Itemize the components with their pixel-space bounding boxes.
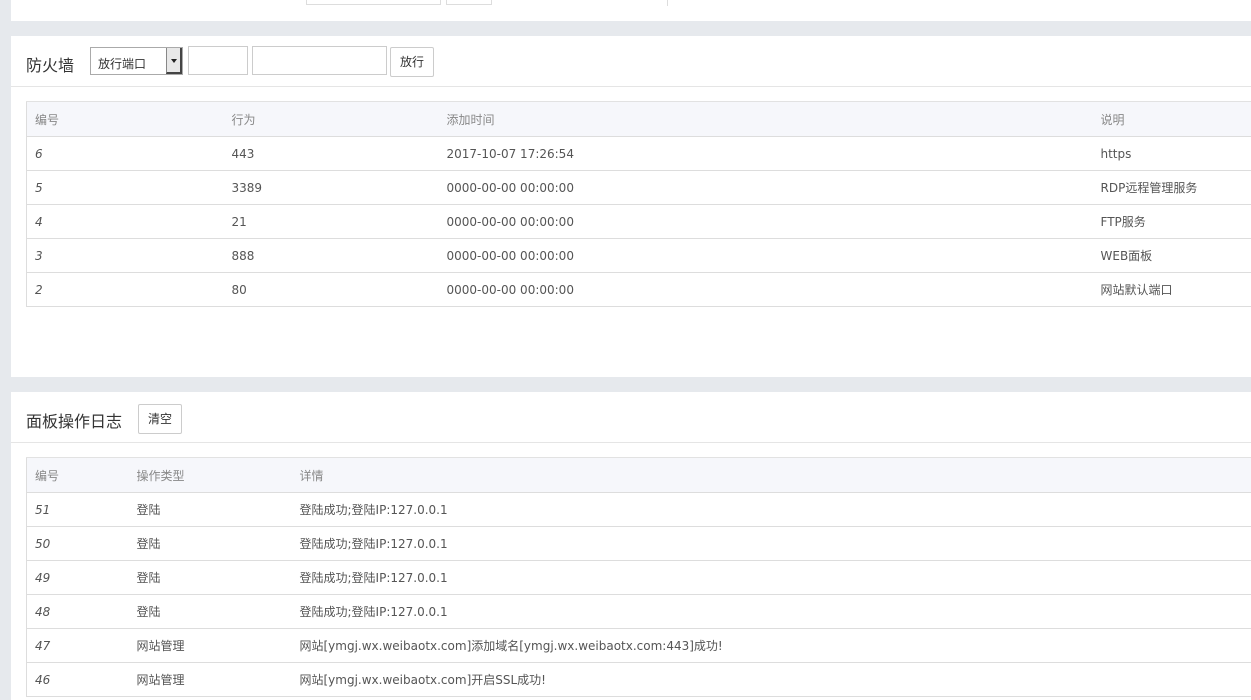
table-row: 49 登陆 登陆成功;登陆IP:127.0.0.1	[26, 560, 1251, 595]
firewall-desc-input[interactable]	[252, 46, 387, 75]
table-row: 6 443 2017-10-07 17:26:54 https	[26, 136, 1251, 171]
row-desc: WEB面板	[1092, 238, 1251, 273]
row-id: 2	[26, 272, 224, 307]
table-row: 46 网站管理 网站[ymgj.wx.weibaotx.com]开启SSL成功!	[26, 662, 1251, 697]
panel-log-panel: 面板操作日志 清空 编号 操作类型 详情 51 登陆 登陆成功;登陆IP:127…	[11, 392, 1251, 700]
row-detail: 登陆成功;登陆IP:127.0.0.1	[291, 526, 1251, 561]
row-time: 0000-00-00 00:00:00	[438, 272, 1093, 307]
col-header-id: 编号	[26, 457, 129, 493]
row-desc: https	[1092, 136, 1251, 171]
row-desc: FTP服务	[1092, 204, 1251, 239]
row-id: 5	[26, 170, 224, 205]
row-desc: 网站默认端口	[1092, 272, 1251, 307]
row-id: 3	[26, 238, 224, 273]
col-header-time: 添加时间	[438, 101, 1093, 137]
row-time: 2017-10-07 17:26:54	[438, 136, 1093, 171]
col-header-type: 操作类型	[128, 457, 292, 493]
table-row: 50 登陆 登陆成功;登陆IP:127.0.0.1	[26, 526, 1251, 561]
table-row: 2 80 0000-00-00 00:00:00 网站默认端口	[26, 272, 1251, 307]
chevron-down-icon[interactable]	[166, 48, 182, 74]
row-id: 48	[26, 594, 129, 629]
row-id: 50	[26, 526, 129, 561]
row-action: 443	[223, 136, 439, 171]
row-id: 51	[26, 492, 129, 527]
row-detail: 登陆成功;登陆IP:127.0.0.1	[291, 594, 1251, 629]
top-button-partial[interactable]	[446, 0, 492, 5]
log-table-wrap: 编号 操作类型 详情 51 登陆 登陆成功;登陆IP:127.0.0.1 50 …	[26, 457, 1251, 697]
firewall-allow-button[interactable]: 放行	[390, 47, 435, 77]
row-type: 登陆	[128, 492, 292, 527]
row-detail: 登陆成功;登陆IP:127.0.0.1	[291, 492, 1251, 527]
row-time: 0000-00-00 00:00:00	[438, 204, 1093, 239]
row-type: 登陆	[128, 526, 292, 561]
log-table: 编号 操作类型 详情 51 登陆 登陆成功;登陆IP:127.0.0.1 50 …	[26, 457, 1251, 697]
row-detail: 网站[ymgj.wx.weibaotx.com]添加域名[ymgj.wx.wei…	[291, 628, 1251, 663]
table-row: 47 网站管理 网站[ymgj.wx.weibaotx.com]添加域名[ymg…	[26, 628, 1251, 663]
row-action: 80	[223, 272, 439, 307]
row-time: 0000-00-00 00:00:00	[438, 170, 1093, 205]
firewall-table-wrap: 编号 行为 添加时间 说明 6 443 2017-10-07 17:26:54 …	[26, 101, 1251, 307]
row-id: 4	[26, 204, 224, 239]
clear-log-button[interactable]: 清空	[138, 404, 183, 434]
table-row: 48 登陆 登陆成功;登陆IP:127.0.0.1	[26, 594, 1251, 629]
row-desc: RDP远程管理服务	[1092, 170, 1251, 205]
table-row: 51 登陆 登陆成功;登陆IP:127.0.0.1	[26, 492, 1251, 527]
row-detail: 网站[ymgj.wx.weibaotx.com]开启SSL成功!	[291, 662, 1251, 697]
row-detail: 登陆成功;登陆IP:127.0.0.1	[291, 560, 1251, 595]
row-time: 0000-00-00 00:00:00	[438, 238, 1093, 273]
row-id: 49	[26, 560, 129, 595]
col-header-action: 行为	[223, 101, 439, 137]
firewall-action-select[interactable]: 放行端口	[90, 47, 183, 75]
row-action: 888	[223, 238, 439, 273]
top-divider	[667, 0, 668, 6]
row-id: 47	[26, 628, 129, 663]
table-row: 5 3389 0000-00-00 00:00:00 RDP远程管理服务	[26, 170, 1251, 205]
row-action: 3389	[223, 170, 439, 205]
firewall-header: 防火墙 放行端口 放行	[11, 36, 1251, 87]
row-action: 21	[223, 204, 439, 239]
col-header-id: 编号	[26, 101, 224, 137]
top-input-partial[interactable]	[306, 0, 441, 5]
col-header-desc: 说明	[1092, 101, 1251, 137]
firewall-port-input[interactable]	[188, 46, 248, 75]
firewall-panel: 防火墙 放行端口 放行 编号 行为 添加时间 说明 6 443 2017-10-…	[11, 36, 1251, 377]
row-type: 网站管理	[128, 662, 292, 697]
log-table-header: 编号 操作类型 详情	[26, 457, 1251, 493]
firewall-action-select-value: 放行端口	[98, 57, 147, 71]
log-title: 面板操作日志	[26, 412, 123, 431]
log-header: 面板操作日志 清空	[11, 392, 1251, 443]
row-id: 46	[26, 662, 129, 697]
row-id: 6	[26, 136, 224, 171]
firewall-table: 编号 行为 添加时间 说明 6 443 2017-10-07 17:26:54 …	[26, 101, 1251, 307]
row-type: 登陆	[128, 594, 292, 629]
firewall-table-header: 编号 行为 添加时间 说明	[26, 101, 1251, 137]
table-row: 4 21 0000-00-00 00:00:00 FTP服务	[26, 204, 1251, 239]
table-row: 3 888 0000-00-00 00:00:00 WEB面板	[26, 238, 1251, 273]
col-header-detail: 详情	[291, 457, 1251, 493]
row-type: 网站管理	[128, 628, 292, 663]
top-settings-panel	[11, 0, 1251, 21]
firewall-title: 防火墙	[26, 56, 75, 75]
row-type: 登陆	[128, 560, 292, 595]
